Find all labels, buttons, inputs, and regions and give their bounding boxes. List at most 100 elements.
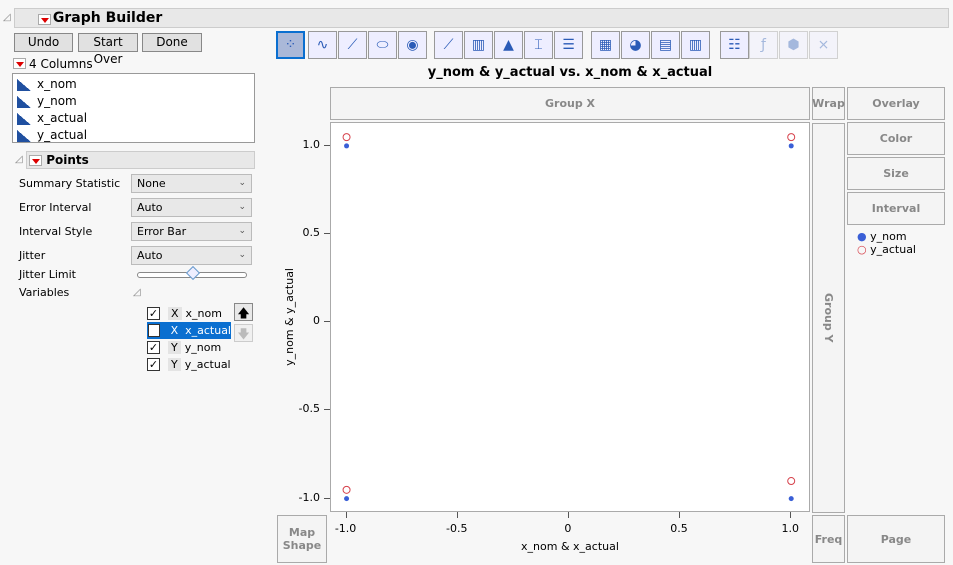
pie-icon[interactable]: ◕ — [621, 31, 650, 59]
y_nom-point[interactable] — [344, 143, 350, 149]
summary-statistic-select[interactable]: None ⌄ — [131, 174, 252, 193]
start-over-button[interactable]: Start Over — [78, 33, 138, 66]
y-tick-mark — [324, 409, 330, 411]
y_nom-point[interactable] — [788, 143, 794, 149]
points-menu-icon[interactable] — [29, 155, 42, 166]
column-name: y_actual — [37, 128, 88, 142]
column-item[interactable]: x_actual — [17, 110, 254, 127]
variables-collapse-icon[interactable]: ◿ — [133, 287, 141, 298]
title-bar: Graph Builder — [14, 8, 949, 28]
color-zone[interactable]: Color — [847, 122, 945, 155]
x-tick-label: -0.5 — [445, 522, 468, 535]
select-value: Auto — [137, 201, 163, 214]
continuous-icon — [17, 95, 31, 108]
line-of-fit-icon[interactable]: ⟋ — [338, 31, 367, 59]
jitter-select[interactable]: Auto ⌄ — [131, 246, 252, 265]
y_actual-point[interactable] — [787, 477, 796, 486]
legend-label: y_nom — [870, 230, 907, 243]
move-down-icon[interactable]: 🡇 — [234, 324, 253, 342]
dot-marker-icon: ● — [857, 230, 867, 243]
column-item[interactable]: y_nom — [17, 93, 254, 110]
caption-box-icon[interactable]: ☷ — [720, 31, 749, 59]
freq-zone[interactable]: Freq — [812, 515, 845, 563]
checkbox[interactable]: ✓ — [147, 307, 160, 320]
smoother-icon[interactable]: ∿ — [308, 31, 337, 59]
variable-name: x_nom — [185, 307, 222, 320]
jitter-label: Jitter — [19, 249, 46, 262]
variable-name: y_actual — [184, 358, 231, 371]
done-button[interactable]: Done — [142, 33, 202, 52]
variables-label: Variables — [19, 286, 70, 299]
select-value: None — [137, 177, 166, 190]
parallel-icon[interactable]: ⨯ — [809, 31, 838, 59]
continuous-icon — [17, 129, 31, 142]
map-shape-zone[interactable]: Map Shape — [277, 515, 327, 563]
points-icon[interactable]: ⁘ — [276, 31, 305, 59]
group-x-zone[interactable]: Group X — [330, 87, 810, 120]
legend-item[interactable]: ● y_nom — [857, 230, 916, 243]
variable-row[interactable]: ✓ Yy_actual — [147, 356, 231, 373]
column-item[interactable]: x_nom — [17, 76, 254, 93]
variable-row[interactable]: ✓ Yy_nom — [147, 339, 221, 356]
bar-icon[interactable]: ▥ — [464, 31, 493, 59]
undo-button[interactable]: Undo — [14, 33, 73, 52]
y-axis-label-wrap: y_nom & y_actual — [283, 122, 296, 512]
y-axis-label: y_nom & y_actual — [283, 268, 296, 366]
slider-thumb[interactable] — [185, 265, 201, 281]
y_nom-point[interactable] — [344, 496, 350, 502]
heatmap-icon[interactable]: ▦ — [591, 31, 620, 59]
column-item[interactable]: y_actual — [17, 127, 254, 144]
ellipse-icon[interactable]: ⬭ — [368, 31, 397, 59]
jitter-limit-slider[interactable] — [137, 265, 247, 281]
y-tick-label: 1.0 — [302, 137, 321, 151]
treemap-icon[interactable]: ▤ — [651, 31, 680, 59]
x-tick-label: 0 — [564, 522, 572, 535]
y_nom-point[interactable] — [788, 496, 794, 502]
variable-row-selected[interactable]: Xx_actual — [147, 322, 231, 339]
area-icon[interactable]: ▲ — [494, 31, 523, 59]
overlay-zone[interactable]: Overlay — [847, 87, 945, 120]
formula-icon[interactable]: ƒ — [749, 31, 778, 59]
variable-row[interactable]: ✓ Xx_nom — [147, 305, 222, 322]
variable-name: x_actual — [185, 324, 231, 337]
checkbox[interactable]: ✓ — [147, 358, 160, 371]
move-up-icon[interactable]: 🡅 — [234, 303, 253, 321]
map-shapes-icon[interactable]: ⬢ — [779, 31, 808, 59]
app-title: Graph Builder — [52, 10, 163, 26]
continuous-icon — [17, 78, 31, 91]
contour-icon[interactable]: ◉ — [398, 31, 427, 59]
chevron-down-icon: ⌄ — [238, 250, 246, 260]
box-plot-icon[interactable]: ⌶ — [524, 31, 553, 59]
checkbox[interactable]: ✓ — [147, 341, 160, 354]
points-collapse-icon[interactable]: ◿ — [15, 154, 23, 165]
red-triangle-menu-icon[interactable] — [38, 14, 51, 25]
histogram-icon[interactable]: ☰ — [554, 31, 583, 59]
group-y-zone[interactable]: Group Y — [812, 123, 845, 513]
points-panel-header: Points — [26, 151, 255, 169]
y-tick-label: 0 — [313, 314, 320, 328]
variable-role: X — [168, 307, 182, 320]
y_actual-point[interactable] — [787, 133, 796, 142]
wrap-zone[interactable]: Wrap — [812, 87, 845, 120]
interval-style-select[interactable]: Error Bar ⌄ — [131, 222, 252, 241]
size-zone[interactable]: Size — [847, 157, 945, 190]
x-tick-mark — [567, 512, 569, 518]
mosaic-icon[interactable]: ▥ — [681, 31, 710, 59]
error-interval-select[interactable]: Auto ⌄ — [131, 198, 252, 217]
page-zone[interactable]: Page — [847, 515, 945, 563]
circle-marker-icon: ○ — [857, 243, 867, 256]
y-tick-label: -1.0 — [298, 490, 320, 504]
y_actual-point[interactable] — [342, 485, 351, 494]
continuous-icon — [17, 112, 31, 125]
columns-menu-icon[interactable] — [13, 58, 26, 69]
checkbox[interactable] — [148, 324, 160, 337]
collapse-icon[interactable]: ◿ — [3, 12, 11, 23]
chevron-down-icon: ⌄ — [238, 178, 246, 188]
y_actual-point[interactable] — [342, 133, 351, 142]
column-list[interactable]: x_nom y_nom x_actual y_actual — [12, 73, 255, 143]
y-tick-mark — [324, 497, 330, 499]
legend-item[interactable]: ○ y_actual — [857, 243, 916, 256]
line-icon[interactable]: ⟋ — [434, 31, 463, 59]
plot-area[interactable] — [330, 122, 810, 512]
interval-zone[interactable]: Interval — [847, 192, 945, 225]
